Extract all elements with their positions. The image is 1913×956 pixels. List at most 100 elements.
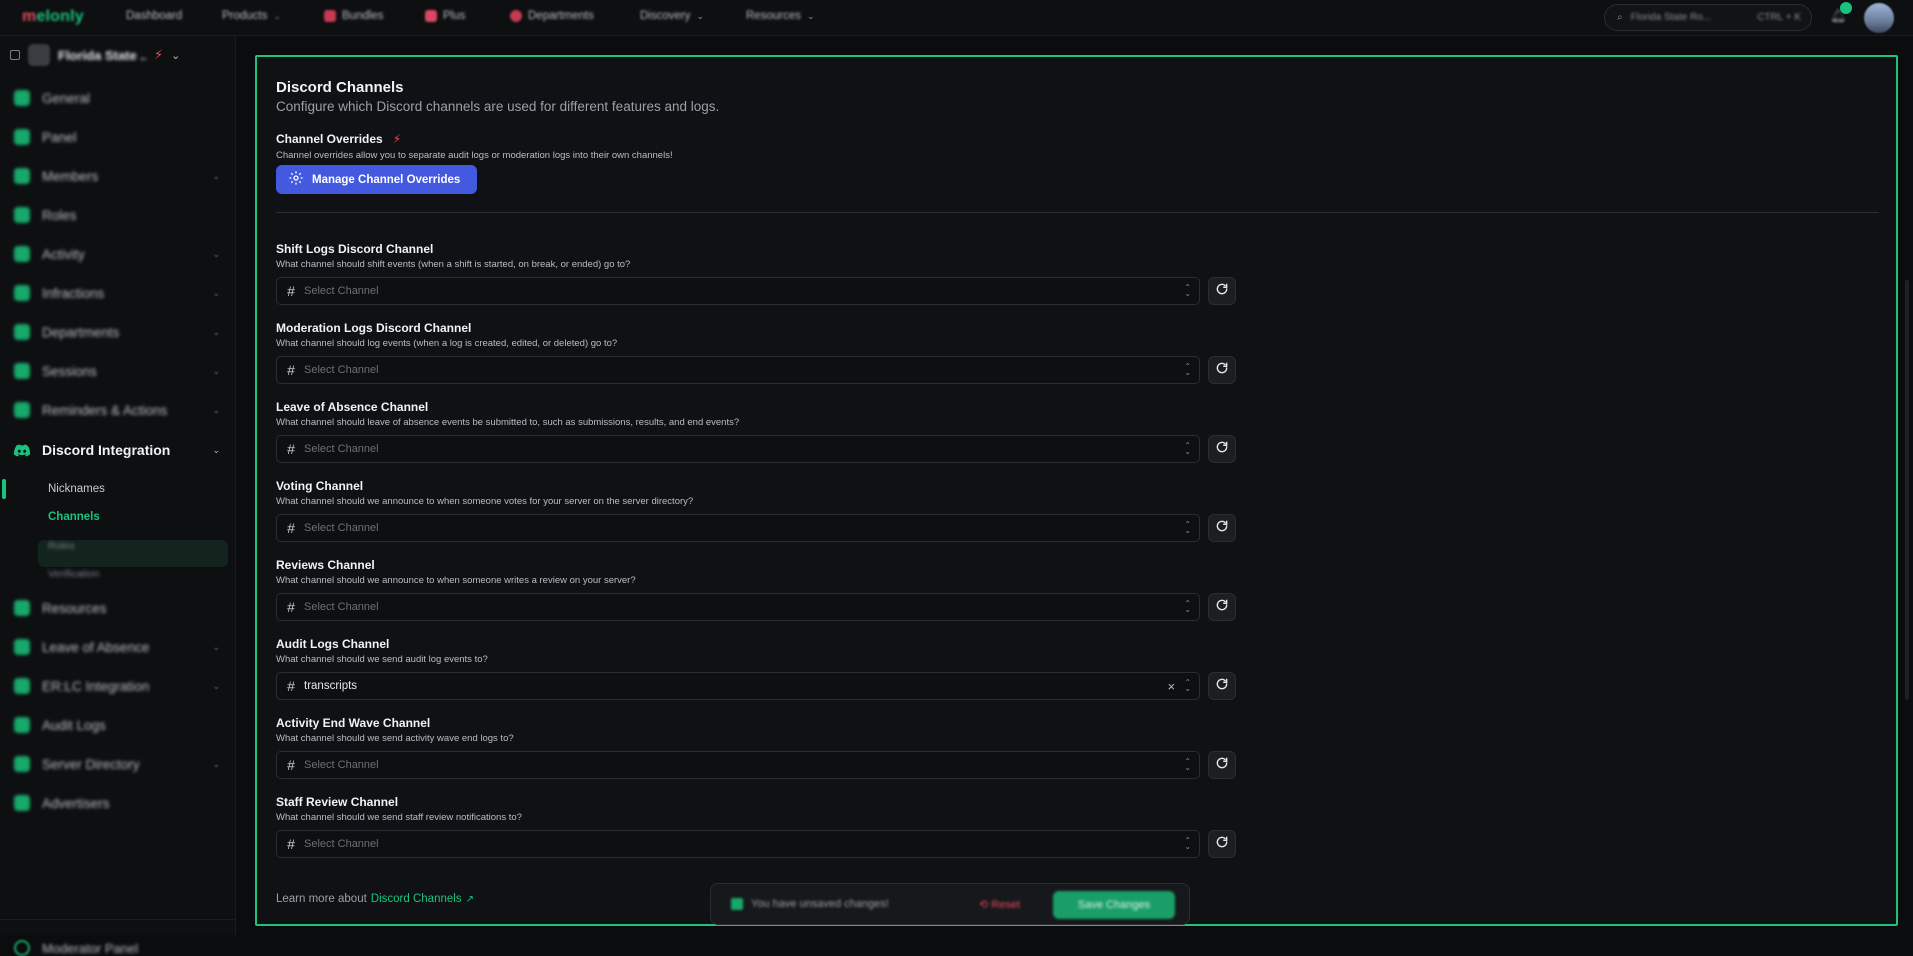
refresh-icon [1215,677,1229,696]
user-avatar[interactable] [1864,3,1894,33]
channel-field-label: Activity End Wave Channel [276,716,431,730]
refresh-icon [1215,756,1229,775]
reset-channel-button[interactable] [1208,751,1236,779]
reset-channel-button[interactable] [1208,435,1236,463]
sidebar-subitem-channels[interactable]: Channels [48,511,100,523]
sidebar-item-advertisers[interactable]: Advertisers [14,795,220,811]
channel-select[interactable]: # Select Channel ⌃ ⌄ [276,435,1201,463]
nav-bundles[interactable]: Bundles [324,10,384,22]
sidebar-item-sessions[interactable]: Sessions ⌄ [14,363,220,379]
sessions-icon [14,363,30,379]
channel-field-description: What channel should we send activity wav… [276,733,514,744]
departments-icon [510,10,522,22]
sidebar-subitem-verification[interactable]: Verification [48,568,99,580]
sidebar-item-resources[interactable]: Resources [14,600,220,616]
hash-icon: # [287,441,295,457]
hash-icon: # [287,283,295,299]
products-label: Products [222,10,268,22]
channel-field-description: What channel should log events (when a l… [276,338,618,349]
reset-channel-button[interactable] [1208,830,1236,858]
channel-select[interactable]: # Select Channel ⌃ ⌄ [276,751,1201,779]
discord-channels-docs-link[interactable]: Discord Channels [371,893,462,905]
sidebar-item-infractions[interactable]: Infractions ⌄ [14,285,220,301]
sidebar-divider [0,919,236,920]
sidebar-item-discord-integration[interactable]: Discord Integration ⌄ [14,442,220,458]
hash-icon: # [287,678,295,694]
chevron-down-icon: ⌄ [171,49,181,62]
sidebar-item-label: Reminders & Actions [42,402,168,418]
nav-plus[interactable]: Plus [425,10,465,22]
sidebar-item-panel[interactable]: Panel [14,129,220,145]
sidebar-item-label: Advertisers [42,795,110,811]
nav-resources[interactable]: Resources ⌄ [746,10,815,22]
chevron-down-icon: ⌄ [212,680,220,691]
sidebar-item-roles[interactable]: Roles [14,207,220,223]
channel-field-description: What channel should shift events (when a… [276,259,631,270]
notifications-bell-icon[interactable]: 🔔︎ [1830,2,1852,26]
channel-select[interactable]: # Select Channel ⌃ ⌄ [276,356,1201,384]
reset-channel-button[interactable] [1208,514,1236,542]
members-icon [14,168,30,184]
plus-icon [425,10,437,22]
channel-field-label: Moderation Logs Discord Channel [276,321,472,335]
top-navigation-bar: melonly Dashboard Products ⌄ Bundles Plu… [0,0,1913,36]
sidebar-toggle-icon[interactable] [10,50,20,60]
sidebar-item-members[interactable]: Members ⌄ [14,168,220,184]
reminders-icon [14,402,30,418]
sidebar-item-departments[interactable]: Departments ⌄ [14,324,220,340]
server-search-input[interactable]: ⌕ Florida State Ro... CTRL + K [1604,4,1812,31]
sidebar-item-label: ER:LC Integration [42,678,150,694]
monitor-icon [14,129,30,145]
sidebar-item-label: Infractions [42,285,105,301]
sidebar-item-leave-of-absence[interactable]: Leave of Absence ⌄ [14,639,220,655]
sidebar-item-label: Roles [42,207,77,223]
moderator-panel-link[interactable]: Moderator Panel [14,940,138,956]
clear-icon[interactable]: × [1167,679,1175,694]
resources-label: Resources [746,10,801,22]
server-selector[interactable]: Florida State ... ⚡ ⌄ [10,44,180,66]
channel-select[interactable]: # Select Channel ⌃ ⌄ [276,593,1201,621]
reset-channel-button[interactable] [1208,593,1236,621]
sidebar: Florida State ... ⚡ ⌄ General Panel Memb… [0,36,236,956]
sidebar-item-activity[interactable]: Activity ⌄ [14,246,220,262]
channel-select[interactable]: # Select Channel ⌃ ⌄ [276,830,1201,858]
sidebar-subitem-nicknames[interactable]: Nicknames [48,483,105,495]
reset-channel-button[interactable] [1208,672,1236,700]
sidebar-item-server-directory[interactable]: Server Directory ⌄ [14,756,220,772]
learn-more-prefix: Learn more about [276,893,367,905]
unsaved-message: You have unsaved changes! [731,898,889,910]
melonly-logo[interactable]: melonly [22,8,84,26]
nav-discovery[interactable]: Discovery ⌄ [640,10,704,22]
nav-dashboard[interactable]: Dashboard [126,10,182,22]
chevron-down-icon: ⌄ [212,287,220,298]
nav-products[interactable]: Products ⌄ [222,10,281,22]
reset-channel-button[interactable] [1208,356,1236,384]
manage-channel-overrides-button[interactable]: Manage Channel Overrides [276,165,477,194]
shield-icon [14,940,30,956]
sidebar-subitem-roles[interactable]: Roles [48,540,75,552]
bundles-icon [324,10,336,22]
channel-overrides-title: Channel Overrides [276,132,383,146]
save-changes-button[interactable]: Save Changes [1053,891,1175,919]
channel-select[interactable]: # Select Channel ⌃ ⌄ [276,514,1201,542]
channel-select[interactable]: # Select Channel ⌃ ⌄ [276,277,1201,305]
sidebar-item-general[interactable]: General [14,90,220,106]
channel-select-placeholder: Select Channel [304,759,379,771]
sidebar-item-label: Leave of Absence [42,639,150,655]
sidebar-item-label: General [42,90,91,106]
audit-icon [14,717,30,733]
hash-icon: # [287,362,295,378]
reset-button[interactable]: ⟲ Reset [979,898,1020,911]
sidebar-item-erlc-integration[interactable]: ER:LC Integration ⌄ [14,678,220,694]
sidebar-item-reminders[interactable]: Reminders & Actions ⌄ [14,402,220,418]
scrollbar[interactable] [1905,280,1909,700]
chevron-up-down-icon: ⌃ ⌄ [1184,441,1192,456]
nav-departments[interactable]: Departments [510,10,594,22]
globe-icon [14,90,30,106]
chevron-up-down-icon: ⌃ ⌄ [1184,757,1192,772]
channel-field: Audit Logs Channel What channel should we… [276,637,1236,700]
channel-select[interactable]: # transcripts × ⌃ ⌄ [276,672,1201,700]
sidebar-item-audit-logs[interactable]: Audit Logs [14,717,220,733]
discord-icon [14,442,30,458]
reset-channel-button[interactable] [1208,277,1236,305]
